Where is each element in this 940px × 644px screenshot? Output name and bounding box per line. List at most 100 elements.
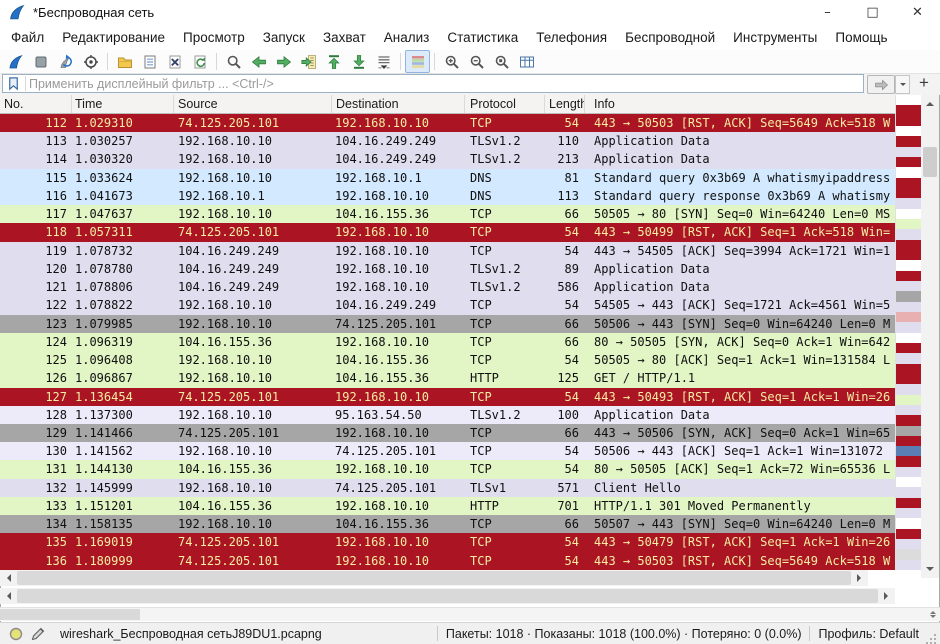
menu-item-2[interactable]: Просмотр xyxy=(174,27,254,48)
go-first-button[interactable] xyxy=(321,50,346,73)
column-header-info[interactable]: Info xyxy=(585,95,895,113)
packet-row[interactable]: 1221.078822192.168.10.10104.16.249.249TC… xyxy=(0,296,895,314)
packet-row[interactable]: 1171.047637192.168.10.10104.16.155.36TCP… xyxy=(0,205,895,223)
packet-row[interactable]: 1301.141562192.168.10.1074.125.205.101TC… xyxy=(0,442,895,460)
column-header-time[interactable]: Time xyxy=(72,95,174,113)
packet-info: 443 → 50503 [RST, ACK] Seq=5649 Ack=518 … xyxy=(585,552,895,570)
colorize-button[interactable] xyxy=(405,50,430,73)
scroll-right-button[interactable] xyxy=(851,570,868,586)
save-file-button[interactable] xyxy=(137,50,162,73)
capture-options-button[interactable] xyxy=(78,50,103,73)
packet-row[interactable]: 1341.158135192.168.10.10104.16.155.36TCP… xyxy=(0,515,895,533)
menu-item-8[interactable]: Беспроводной xyxy=(616,27,724,48)
go-forward-button[interactable] xyxy=(271,50,296,73)
zoom-original-button[interactable] xyxy=(489,50,514,73)
menu-item-6[interactable]: Статистика xyxy=(438,27,527,48)
packet-len: 81 xyxy=(545,169,585,187)
column-header-protocol[interactable]: Protocol xyxy=(465,95,545,113)
packet-row[interactable]: 1131.030257192.168.10.10104.16.249.249TL… xyxy=(0,132,895,150)
minimize-button[interactable]: – xyxy=(805,0,850,24)
packet-row[interactable]: 1321.145999192.168.10.1074.125.205.101TL… xyxy=(0,479,895,497)
auto-scroll-button[interactable] xyxy=(371,50,396,73)
hscrollbar-thumb[interactable] xyxy=(17,589,878,603)
packet-row[interactable]: 1271.13645474.125.205.101192.168.10.10TC… xyxy=(0,388,895,406)
restart-capture-button[interactable] xyxy=(53,50,78,73)
profile-label[interactable]: Профиль: Default xyxy=(818,627,919,641)
filter-dropdown-button[interactable] xyxy=(895,75,910,94)
menu-item-10[interactable]: Помощь xyxy=(826,27,896,48)
packet-row[interactable]: 1191.078732104.16.249.249192.168.10.10TC… xyxy=(0,242,895,260)
menu-item-0[interactable]: Файл xyxy=(2,27,53,48)
zoom-out-icon xyxy=(469,54,485,70)
vertical-scrollbar-thumb[interactable] xyxy=(923,147,937,177)
detail-pane-hscrollbar[interactable] xyxy=(0,588,895,604)
column-header-length[interactable]: Length xyxy=(545,95,585,113)
packet-list-hscrollbar[interactable] xyxy=(0,570,868,586)
vertical-scrollbar[interactable] xyxy=(921,95,939,578)
thin-scrollbar-thumb[interactable] xyxy=(0,609,140,620)
collapsed-pane-scrollbar[interactable] xyxy=(0,607,940,621)
packet-row[interactable]: 1211.078806104.16.249.249192.168.10.10TL… xyxy=(0,278,895,296)
start-capture-button[interactable] xyxy=(3,50,28,73)
packet-row[interactable]: 1161.041673192.168.10.1192.168.10.10DNS1… xyxy=(0,187,895,205)
stop-capture-button[interactable] xyxy=(28,50,53,73)
packet-row[interactable]: 1251.096408192.168.10.10104.16.155.36TCP… xyxy=(0,351,895,369)
go-back-button[interactable] xyxy=(246,50,271,73)
zoom-out-button[interactable] xyxy=(464,50,489,73)
packet-minimap-scrollbar[interactable] xyxy=(895,95,921,570)
packet-row[interactable]: 1181.05731174.125.205.101192.168.10.10TC… xyxy=(0,223,895,241)
menu-item-5[interactable]: Анализ xyxy=(375,27,439,48)
scroll-right-button[interactable] xyxy=(878,588,895,604)
hscrollbar-thumb[interactable] xyxy=(17,571,851,585)
filter-bookmark-icon[interactable] xyxy=(5,76,26,91)
title-bar[interactable]: *Беспроводная сеть –□✕ xyxy=(0,0,940,24)
column-header-source[interactable]: Source xyxy=(174,95,332,113)
packet-row[interactable]: 1281.137300192.168.10.1095.163.54.50TLSv… xyxy=(0,406,895,424)
packet-row[interactable]: 1361.18099974.125.205.101192.168.10.10TC… xyxy=(0,552,895,570)
zoom-original-icon xyxy=(494,54,510,70)
find-packet-button[interactable] xyxy=(221,50,246,73)
menu-item-1[interactable]: Редактирование xyxy=(53,27,174,48)
packet-row[interactable]: 1351.16901974.125.205.101192.168.10.10TC… xyxy=(0,533,895,551)
packet-row[interactable]: 1261.096867192.168.10.10104.16.155.36HTT… xyxy=(0,369,895,387)
packet-row[interactable]: 1311.144130104.16.155.36192.168.10.10TCP… xyxy=(0,460,895,478)
apply-filter-button[interactable] xyxy=(867,75,895,94)
open-file-button[interactable] xyxy=(112,50,137,73)
expert-info-icon[interactable] xyxy=(8,626,24,642)
column-header-no[interactable]: No. xyxy=(0,95,72,113)
go-to-packet-button[interactable] xyxy=(296,50,321,73)
scroll-down-button[interactable] xyxy=(921,561,939,578)
add-filter-button[interactable]: + xyxy=(914,73,934,93)
packet-row[interactable]: 1151.033624192.168.10.10192.168.10.1DNS8… xyxy=(0,169,895,187)
packet-row[interactable]: 1241.096319104.16.155.36192.168.10.10TCP… xyxy=(0,333,895,351)
scroll-up-button[interactable] xyxy=(921,95,939,112)
maximize-button[interactable]: □ xyxy=(850,0,895,24)
close-button[interactable]: ✕ xyxy=(895,0,940,24)
packet-row[interactable]: 1291.14146674.125.205.101192.168.10.10TC… xyxy=(0,424,895,442)
scroll-left-button[interactable] xyxy=(0,588,17,604)
packet-row[interactable]: 1331.151201104.16.155.36192.168.10.10HTT… xyxy=(0,497,895,515)
packet-info: 443 → 50493 [RST, ACK] Seq=1 Ack=1 Win=2… xyxy=(585,388,895,406)
resize-grip-icon[interactable] xyxy=(925,632,937,644)
packet-row[interactable]: 1231.079985192.168.10.1074.125.205.101TC… xyxy=(0,315,895,333)
go-last-button[interactable] xyxy=(346,50,371,73)
menu-item-3[interactable]: Запуск xyxy=(254,27,314,48)
column-header-destination[interactable]: Destination xyxy=(332,95,465,113)
pane-splitter-control[interactable] xyxy=(930,608,936,621)
zoom-in-button[interactable] xyxy=(439,50,464,73)
menu-item-4[interactable]: Захват xyxy=(314,27,375,48)
menu-item-7[interactable]: Телефония xyxy=(527,27,616,48)
packet-proto: TCP xyxy=(465,533,545,551)
scroll-left-button[interactable] xyxy=(0,570,17,586)
packet-row[interactable]: 1201.078780104.16.249.249192.168.10.10TL… xyxy=(0,260,895,278)
resize-columns-button[interactable] xyxy=(514,50,539,73)
capture-comment-pencil-icon[interactable] xyxy=(30,626,46,642)
minimap-stripe xyxy=(896,415,921,425)
packet-src: 104.16.249.249 xyxy=(174,260,332,278)
packet-row[interactable]: 1141.030320192.168.10.10104.16.249.249TL… xyxy=(0,150,895,168)
display-filter-input[interactable]: Применить дисплейный фильтр ... <Ctrl-/> xyxy=(2,74,864,93)
packet-row[interactable]: 1121.02931074.125.205.101192.168.10.10TC… xyxy=(0,114,895,132)
close-file-button[interactable] xyxy=(162,50,187,73)
reload-file-button[interactable] xyxy=(187,50,212,73)
menu-item-9[interactable]: Инструменты xyxy=(724,27,826,48)
